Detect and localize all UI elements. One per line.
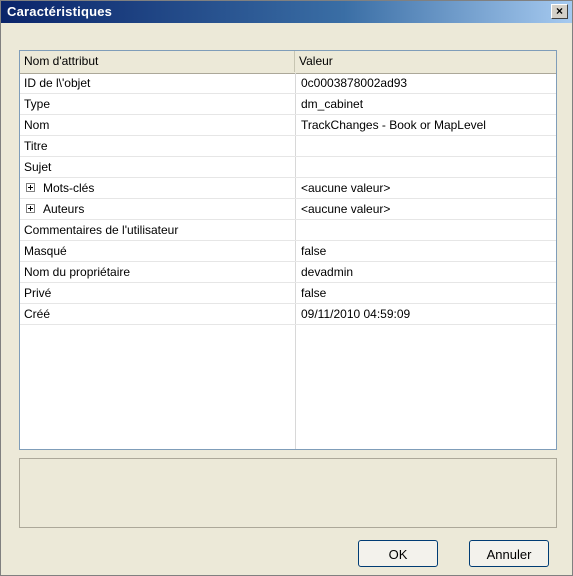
attribute-name-cell: Commentaires de l'utilisateur — [20, 220, 295, 240]
table-row[interactable]: Mots-clés <aucune valeur> — [20, 178, 556, 199]
expand-plus-icon[interactable] — [26, 204, 35, 214]
attribute-value-cell: dm_cabinet — [301, 97, 364, 111]
attribute-name-cell: Nom — [20, 115, 295, 135]
attribute-name-cell: Auteurs — [20, 199, 295, 219]
attribute-value-cell: devadmin — [301, 265, 354, 279]
column-header-value[interactable]: Valeur — [295, 51, 556, 72]
close-button[interactable]: × — [551, 4, 568, 19]
attribute-name-cell: ID de l\'objet — [20, 73, 295, 93]
attribute-value-cell: TrackChanges - Book or MapLevel — [301, 118, 486, 132]
attribute-name-text: Masqué — [24, 244, 67, 258]
table-row[interactable]: Créé 09/11/2010 04:59:09 — [20, 304, 556, 325]
close-icon: × — [555, 4, 563, 18]
table-row[interactable]: Commentaires de l'utilisateur — [20, 220, 556, 241]
table-row[interactable]: Privé false — [20, 283, 556, 304]
attribute-name-text: Privé — [24, 286, 52, 300]
properties-table: Nom d'attribut Valeur ID de l\'objet 0c00… — [19, 50, 557, 450]
attribute-name-text: Créé — [24, 307, 51, 321]
table-row[interactable]: Masqué false — [20, 241, 556, 262]
properties-dialog: Caractéristiques × Nom d'attribut Valeur… — [0, 0, 573, 576]
attribute-value-cell: <aucune valeur> — [301, 181, 391, 195]
attribute-name-text: Commentaires de l'utilisateur — [24, 223, 179, 237]
table-row[interactable]: Nom du propriétaire devadmin — [20, 262, 556, 283]
attribute-value-cell: <aucune valeur> — [301, 202, 391, 216]
expand-plus-icon[interactable] — [26, 183, 35, 193]
attribute-name-cell: Titre — [20, 136, 295, 156]
attribute-name-cell: Créé — [20, 304, 295, 324]
title-bar[interactable]: Caractéristiques × — [1, 1, 572, 23]
attribute-name-text: Sujet — [24, 160, 52, 174]
attribute-name-cell: Mots-clés — [20, 178, 295, 198]
attribute-name-text: Nom — [24, 118, 50, 132]
attribute-name-cell: Type — [20, 94, 295, 114]
attribute-name-text: Type — [24, 97, 51, 111]
table-row[interactable]: Nom TrackChanges - Book or MapLevel — [20, 115, 556, 136]
ok-button[interactable]: OK — [358, 540, 438, 567]
attribute-name-cell: Privé — [20, 283, 295, 303]
attribute-name-text: Titre — [24, 139, 48, 153]
description-panel — [19, 458, 557, 528]
table-row[interactable]: Type dm_cabinet — [20, 94, 556, 115]
attribute-value-cell: 09/11/2010 04:59:09 — [301, 307, 411, 321]
dialog-title: Caractéristiques — [7, 4, 113, 19]
attribute-name-text: Nom du propriétaire — [24, 265, 131, 279]
attribute-name-cell: Nom du propriétaire — [20, 262, 295, 282]
attribute-name-cell: Masqué — [20, 241, 295, 261]
table-row[interactable]: Auteurs <aucune valeur> — [20, 199, 556, 220]
attribute-name-text: Mots-clés — [43, 181, 95, 195]
attribute-name-text: ID de l\'objet — [24, 76, 91, 90]
column-header-attribute-name[interactable]: Nom d'attribut — [20, 51, 295, 72]
attribute-value-cell: false — [301, 244, 327, 258]
table-row[interactable]: ID de l\'objet 0c0003878002ad93 — [20, 73, 556, 94]
attribute-name-cell: Sujet — [20, 157, 295, 177]
cancel-button[interactable]: Annuler — [469, 540, 549, 567]
attribute-value-cell: false — [301, 286, 327, 300]
table-header: Nom d'attribut Valeur — [20, 51, 556, 74]
table-row[interactable]: Sujet — [20, 157, 556, 178]
table-row[interactable]: Titre — [20, 136, 556, 157]
attribute-name-text: Auteurs — [43, 202, 85, 216]
attribute-value-cell: 0c0003878002ad93 — [301, 76, 408, 90]
table-body: ID de l\'objet 0c0003878002ad93 Type dm_cab… — [20, 73, 556, 449]
